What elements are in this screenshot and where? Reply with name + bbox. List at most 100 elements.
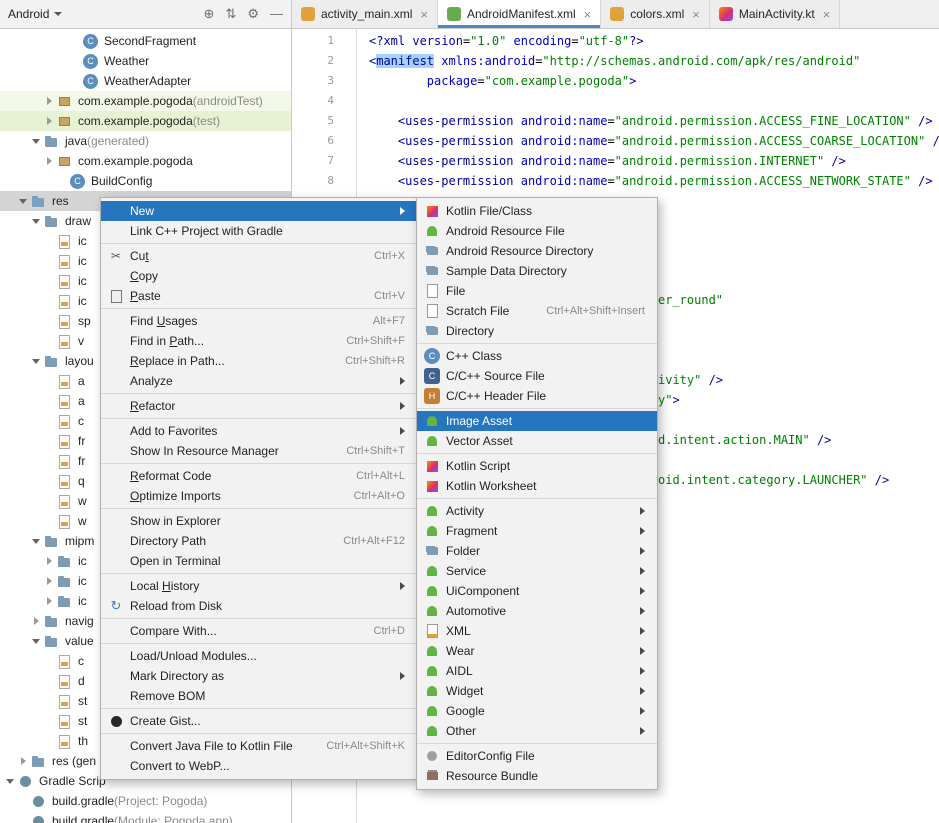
tree-item-weatheradapter[interactable]: WeatherAdapter xyxy=(0,71,291,91)
tree-item-build-gradle-module-pogoda-app[interactable]: build.gradle (Module: Pogoda.app) xyxy=(0,811,291,823)
tree-item-com-example-pogoda[interactable]: com.example.pogoda xyxy=(0,151,291,171)
submenu-item-android-resource-file[interactable]: Android Resource File xyxy=(417,221,657,241)
chevron-down-icon[interactable] xyxy=(30,215,42,227)
menu-item-find-in-path[interactable]: Find in Path...Ctrl+Shift+F xyxy=(101,331,417,351)
tab-androidmanifest-xml[interactable]: AndroidManifest.xml× xyxy=(438,0,601,28)
submenu-item-kotlin-worksheet[interactable]: Kotlin Worksheet xyxy=(417,476,657,496)
submenu-item-folder[interactable]: Folder xyxy=(417,541,657,561)
chevron-down-icon[interactable] xyxy=(30,355,42,367)
hide-icon[interactable] xyxy=(270,6,283,22)
submenu-item-c-class[interactable]: CC++ Class xyxy=(417,346,657,366)
submenu-item-file[interactable]: File xyxy=(417,281,657,301)
tree-item-com-example-pogoda-test[interactable]: com.example.pogoda (test) xyxy=(0,111,291,131)
chevron-right-icon[interactable] xyxy=(17,755,29,767)
chevron-down-icon[interactable] xyxy=(30,535,42,547)
menu-item-reformat-code[interactable]: Reformat CodeCtrl+Alt+L xyxy=(101,466,417,486)
menu-item-show-in-resource-manager[interactable]: Show In Resource ManagerCtrl+Shift+T xyxy=(101,441,417,461)
submenu-item-other[interactable]: Other xyxy=(417,721,657,741)
submenu-item-vector-asset[interactable]: Vector Asset xyxy=(417,431,657,451)
submenu-item-c-c-header-file[interactable]: HC/C++ Header File xyxy=(417,386,657,406)
close-tab-icon[interactable]: × xyxy=(584,7,592,22)
submenu-item-sample-data-directory[interactable]: Sample Data Directory xyxy=(417,261,657,281)
submenu-item-android-resource-directory[interactable]: Android Resource Directory xyxy=(417,241,657,261)
icon-spacer xyxy=(108,268,124,284)
tab-activity-main-xml[interactable]: activity_main.xml× xyxy=(292,0,438,28)
menu-item-add-to-favorites[interactable]: Add to Favorites xyxy=(101,421,417,441)
tree-item-weather[interactable]: Weather xyxy=(0,51,291,71)
tab-colors-xml[interactable]: colors.xml× xyxy=(601,0,710,28)
submenu-item-activity[interactable]: Activity xyxy=(417,501,657,521)
code-token: = xyxy=(607,154,614,168)
menu-item-copy[interactable]: Copy xyxy=(101,266,417,286)
menu-item-refactor[interactable]: Refactor xyxy=(101,396,417,416)
code-token: = xyxy=(477,74,484,88)
tree-item-secondfragment[interactable]: SecondFragment xyxy=(0,31,291,51)
menu-item-reload-from-disk[interactable]: ↻Reload from Disk xyxy=(101,596,417,616)
menu-item-link-c-project-with-gradle[interactable]: Link C++ Project with Gradle xyxy=(101,221,417,241)
chevron-right-icon[interactable] xyxy=(43,595,55,607)
menu-item-create-gist[interactable]: Create Gist... xyxy=(101,711,417,731)
menu-item-show-in-explorer[interactable]: Show in Explorer xyxy=(101,511,417,531)
submenu-item-scratch-file[interactable]: Scratch FileCtrl+Alt+Shift+Insert xyxy=(417,301,657,321)
chevron-right-icon[interactable] xyxy=(43,95,55,107)
chevron-right-icon[interactable] xyxy=(43,115,55,127)
chevron-down-icon[interactable] xyxy=(30,635,42,647)
menu-item-convert-to-webp[interactable]: Convert to WebP... xyxy=(101,756,417,776)
chevron-down-icon[interactable] xyxy=(30,135,42,147)
menu-item-local-history[interactable]: Local History xyxy=(101,576,417,596)
code-line: <uses-permission android:name="android.p… xyxy=(369,171,939,191)
menu-item-compare-with[interactable]: Compare With...Ctrl+D xyxy=(101,621,417,641)
menu-item-mark-directory-as[interactable]: Mark Directory as xyxy=(101,666,417,686)
menu-item-find-usages[interactable]: Find UsagesAlt+F7 xyxy=(101,311,417,331)
chevron-right-icon[interactable] xyxy=(43,575,55,587)
options-icon[interactable] xyxy=(204,6,215,22)
menu-item-load-unload-modules[interactable]: Load/Unload Modules... xyxy=(101,646,417,666)
chevron-down-icon[interactable] xyxy=(4,775,16,787)
close-tab-icon[interactable]: × xyxy=(692,7,700,22)
tree-item-java-generated[interactable]: java (generated) xyxy=(0,131,291,151)
submenu-item-xml[interactable]: XML xyxy=(417,621,657,641)
submenu-item-kotlin-script[interactable]: Kotlin Script xyxy=(417,456,657,476)
project-view-selector[interactable]: Android xyxy=(8,7,62,21)
close-tab-icon[interactable]: × xyxy=(823,7,831,22)
submenu-item-image-asset[interactable]: Image Asset xyxy=(417,411,657,431)
chevron-spacer xyxy=(43,415,55,427)
collapse-all-icon[interactable] xyxy=(225,6,236,22)
submenu-item-resource-bundle[interactable]: Resource Bundle xyxy=(417,766,657,786)
tree-item-build-gradle-project-pogoda[interactable]: build.gradle (Project: Pogoda) xyxy=(0,791,291,811)
menu-item-directory-path[interactable]: Directory PathCtrl+Alt+F12 xyxy=(101,531,417,551)
tree-item-label: w xyxy=(78,494,87,508)
menu-item-replace-in-path[interactable]: Replace in Path...Ctrl+Shift+R xyxy=(101,351,417,371)
submenu-item-widget[interactable]: Widget xyxy=(417,681,657,701)
menu-item-new[interactable]: New xyxy=(101,201,417,221)
chevron-right-icon[interactable] xyxy=(43,555,55,567)
menu-item-open-in-terminal[interactable]: Open in Terminal xyxy=(101,551,417,571)
submenu-item-uicomponent[interactable]: UiComponent xyxy=(417,581,657,601)
submenu-item-google[interactable]: Google xyxy=(417,701,657,721)
menu-item-analyze[interactable]: Analyze xyxy=(101,371,417,391)
close-tab-icon[interactable]: × xyxy=(420,7,428,22)
menu-item-remove-bom[interactable]: Remove BOM xyxy=(101,686,417,706)
submenu-item-fragment[interactable]: Fragment xyxy=(417,521,657,541)
chevron-down-icon[interactable] xyxy=(17,195,29,207)
submenu-item-editorconfig-file[interactable]: EditorConfig File xyxy=(417,746,657,766)
submenu-item-kotlin-file-class[interactable]: Kotlin File/Class xyxy=(417,201,657,221)
xml-icon xyxy=(57,334,72,349)
menu-item-cut[interactable]: ✂CutCtrl+X xyxy=(101,246,417,266)
submenu-item-aidl[interactable]: AIDL xyxy=(417,661,657,681)
tree-item-buildconfig[interactable]: BuildConfig xyxy=(0,171,291,191)
menu-item-convert-java-file-to-kotlin-file[interactable]: Convert Java File to Kotlin FileCtrl+Alt… xyxy=(101,736,417,756)
tab-mainactivity-kt[interactable]: MainActivity.kt× xyxy=(710,0,840,28)
submenu-item-automotive[interactable]: Automotive xyxy=(417,601,657,621)
chevron-right-icon[interactable] xyxy=(30,615,42,627)
submenu-item-c-c-source-file[interactable]: CC/C++ Source File xyxy=(417,366,657,386)
code-token: android:name xyxy=(521,174,608,188)
submenu-item-directory[interactable]: Directory xyxy=(417,321,657,341)
submenu-item-service[interactable]: Service xyxy=(417,561,657,581)
submenu-item-wear[interactable]: Wear xyxy=(417,641,657,661)
settings-icon[interactable] xyxy=(247,6,259,22)
tree-item-com-example-pogoda-androidtest[interactable]: com.example.pogoda (androidTest) xyxy=(0,91,291,111)
menu-item-paste[interactable]: PasteCtrl+V xyxy=(101,286,417,306)
menu-item-optimize-imports[interactable]: Optimize ImportsCtrl+Alt+O xyxy=(101,486,417,506)
chevron-right-icon[interactable] xyxy=(43,155,55,167)
